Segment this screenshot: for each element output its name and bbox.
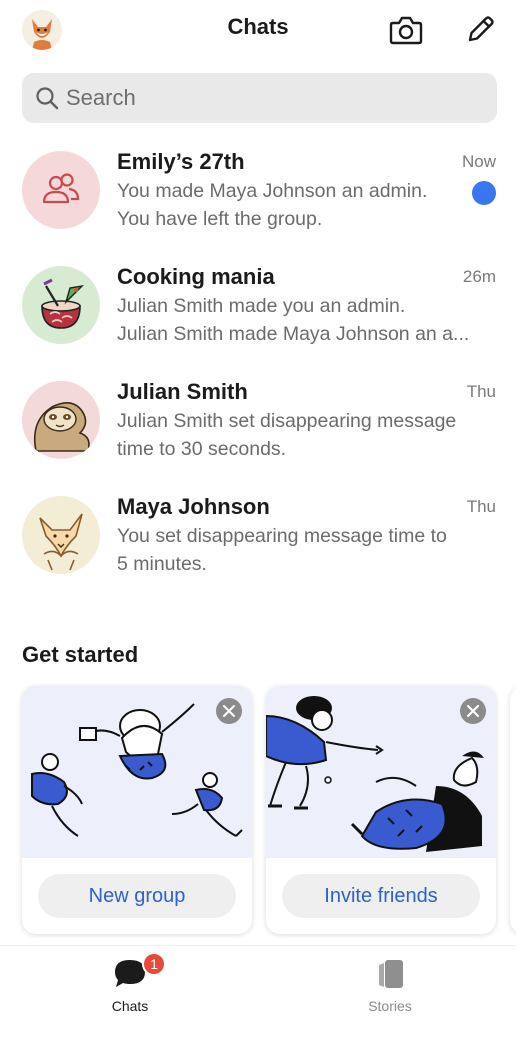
camera-button[interactable] bbox=[386, 10, 426, 50]
chat-preview: Julian Smith set disappearing message ti… bbox=[117, 407, 497, 463]
tab-label-stories: Stories bbox=[368, 998, 412, 1014]
tab-label-chats: Chats bbox=[111, 998, 149, 1014]
sloth-avatar bbox=[22, 381, 100, 459]
stories-icon bbox=[379, 960, 403, 988]
invite-friends-card[interactable]: Invite friends bbox=[266, 686, 496, 934]
unread-count-badge: 1 bbox=[142, 952, 166, 976]
page-title: Chats bbox=[227, 14, 289, 39]
chat-preview-line-1: You set disappearing message time to bbox=[117, 525, 447, 547]
chat-name: Julian Smith bbox=[117, 379, 248, 404]
sloth-icon bbox=[33, 402, 90, 452]
chat-name: Cooking mania bbox=[117, 264, 275, 289]
chat-tab-icon-wrap: 1 bbox=[70, 952, 190, 994]
chat-preview-line-1: Julian Smith set disappearing message bbox=[117, 410, 457, 432]
chat-timestamp: 26m bbox=[462, 267, 496, 286]
unread-indicator bbox=[472, 181, 496, 205]
chat-preview: Julian Smith made you an admin. Julian S… bbox=[117, 292, 497, 348]
chat-row-emilys-27th[interactable]: Emily’s 27th Now You made Maya Johnson a… bbox=[0, 149, 516, 261]
chat-row-julian-smith[interactable]: Julian Smith Thu Julian Smith set disapp… bbox=[0, 379, 516, 491]
new-group-card[interactable]: New group bbox=[22, 686, 252, 934]
chat-row-maya-johnson[interactable]: Maya Johnson Thu You set disappearing me… bbox=[0, 494, 516, 606]
chat-timestamp: Thu bbox=[466, 382, 496, 401]
bottom-tab-bar: 1 Chats Stories bbox=[0, 945, 516, 1040]
get-started-carousel[interactable]: New group Invite friends bbox=[0, 678, 516, 938]
pencil-icon bbox=[468, 16, 494, 42]
chat-name: Maya Johnson bbox=[117, 494, 270, 519]
next-card-peek[interactable] bbox=[510, 686, 516, 934]
chat-preview-line-1: You made Maya Johnson an admin. bbox=[117, 180, 428, 202]
search-bar[interactable] bbox=[22, 73, 497, 123]
dismiss-new-group-card-button[interactable] bbox=[216, 698, 242, 724]
coconut-drink-icon bbox=[41, 278, 85, 329]
group-icon bbox=[42, 173, 80, 204]
chat-preview: You made Maya Johnson an admin. You have… bbox=[117, 177, 497, 233]
chat-timestamp: Now bbox=[461, 152, 496, 171]
chat-preview-line-2: Julian Smith made Maya Johnson an a... bbox=[117, 323, 470, 345]
fox-sketch-icon bbox=[39, 513, 83, 571]
fox-sketch-avatar bbox=[22, 496, 100, 574]
invite-friends-button[interactable]: Invite friends bbox=[282, 874, 480, 918]
search-input[interactable] bbox=[66, 85, 466, 111]
group-avatar bbox=[22, 151, 100, 229]
camera-icon bbox=[389, 16, 423, 45]
compose-button[interactable] bbox=[460, 10, 500, 50]
stories-tab-icon-wrap bbox=[330, 954, 450, 994]
chat-name: Emily’s 27th bbox=[117, 149, 245, 174]
close-icon bbox=[467, 705, 479, 717]
chat-preview: You set disappearing message time to 5 m… bbox=[117, 522, 497, 578]
dismiss-invite-friends-card-button[interactable] bbox=[460, 698, 486, 724]
chat-preview-line-2: time to 30 seconds. bbox=[117, 438, 287, 460]
app-header: Chats bbox=[0, 0, 516, 60]
new-group-button[interactable]: New group bbox=[38, 874, 236, 918]
chat-preview-line-1: Julian Smith made you an admin. bbox=[117, 295, 406, 317]
tab-chats[interactable]: 1 Chats bbox=[70, 952, 190, 1014]
tab-stories[interactable]: Stories bbox=[330, 954, 450, 1014]
chat-preview-line-2: You have left the group. bbox=[117, 208, 323, 230]
chat-timestamp: Thu bbox=[466, 497, 496, 516]
close-icon bbox=[223, 705, 235, 717]
chat-preview-line-2: 5 minutes. bbox=[117, 553, 207, 575]
chat-row-cooking-mania[interactable]: Cooking mania 26m Julian Smith made you … bbox=[0, 264, 516, 376]
search-icon bbox=[34, 85, 60, 111]
coconut-drink-avatar bbox=[22, 266, 100, 344]
get-started-heading: Get started bbox=[22, 642, 139, 667]
